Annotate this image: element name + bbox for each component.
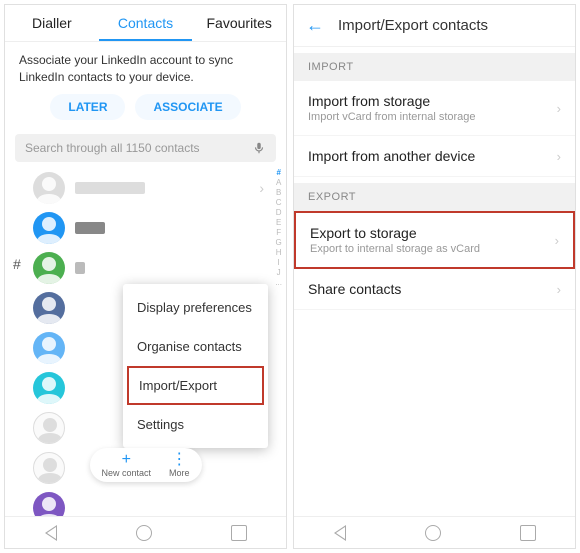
plus-icon: + [122,452,131,468]
menu-settings[interactable]: Settings [123,405,268,444]
option-title: Export to storage [310,225,555,241]
section-export-header: EXPORT [294,183,575,211]
contact-name-redacted [75,182,145,194]
back-arrow-icon[interactable]: ← [306,15,324,36]
page-title: Import/Export contacts [338,17,488,34]
nav-back-icon[interactable] [45,525,57,541]
new-contact-button[interactable]: +New contact [101,452,151,478]
linkedin-prompt-text: Associate your LinkedIn account to sync … [5,42,286,88]
nav-home-icon[interactable] [425,525,441,541]
overflow-menu: Display preferences Organise contacts Im… [123,284,268,448]
avatar-icon [33,292,65,324]
chevron-right-icon: › [557,282,561,297]
bottom-action-bar: +New contact ⋮More [89,448,201,482]
associate-button[interactable]: ASSOCIATE [135,94,240,120]
chevron-right-icon: › [259,180,264,196]
contact-row[interactable] [5,248,286,288]
avatar-icon [33,212,65,244]
chevron-right-icon: › [557,149,561,164]
chevron-right-icon: › [557,101,561,116]
option-title: Import from storage [308,93,557,109]
chevron-right-icon: › [555,233,559,248]
contact-name-redacted [75,262,85,274]
avatar-icon [33,492,65,516]
more-button[interactable]: ⋮More [169,452,190,478]
contact-row[interactable]: › [5,168,286,208]
option-subtitle: Export to internal storage as vCard [310,243,555,255]
option-import-from-storage[interactable]: Import from storage Import vCard from in… [294,81,575,136]
contact-name-redacted [75,222,105,234]
avatar-icon [33,412,65,444]
nav-recents-icon[interactable] [231,525,247,541]
nav-back-icon[interactable] [334,525,346,541]
top-tabs: Dialler Contacts Favourites [5,5,286,42]
option-title: Share contacts [308,281,557,297]
option-export-to-storage[interactable]: Export to storage Export to internal sto… [294,211,575,269]
menu-import-export[interactable]: Import/Export [127,366,264,405]
system-nav-bar [5,516,286,548]
option-share-contacts[interactable]: Share contacts › [294,269,575,310]
nav-home-icon[interactable] [136,525,152,541]
avatar-icon [33,332,65,364]
contacts-app-screen: Dialler Contacts Favourites Associate yo… [4,4,287,549]
avatar-icon [33,452,65,484]
contact-row[interactable] [5,208,286,248]
system-nav-bar [294,516,575,548]
avatar-icon [33,252,65,284]
contact-row[interactable] [5,488,286,516]
menu-organise-contacts[interactable]: Organise contacts [123,327,268,366]
later-button[interactable]: LATER [50,94,125,120]
import-export-screen: ← Import/Export contacts IMPORT Import f… [293,4,576,549]
option-title: Import from another device [308,148,557,164]
tab-dialler[interactable]: Dialler [5,5,99,41]
section-import-header: IMPORT [294,53,575,81]
search-placeholder: Search through all 1150 contacts [25,141,252,155]
mic-icon[interactable] [252,141,266,155]
more-vertical-icon: ⋮ [171,452,187,468]
nav-recents-icon[interactable] [520,525,536,541]
avatar-icon [33,172,65,204]
option-subtitle: Import vCard from internal storage [308,111,557,123]
screen-header: ← Import/Export contacts [294,5,575,47]
option-import-from-device[interactable]: Import from another device › [294,136,575,177]
avatar-icon [33,372,65,404]
menu-display-preferences[interactable]: Display preferences [123,288,268,327]
tab-contacts[interactable]: Contacts [99,5,193,41]
search-input[interactable]: Search through all 1150 contacts [15,134,276,162]
tab-favourites[interactable]: Favourites [192,5,286,41]
